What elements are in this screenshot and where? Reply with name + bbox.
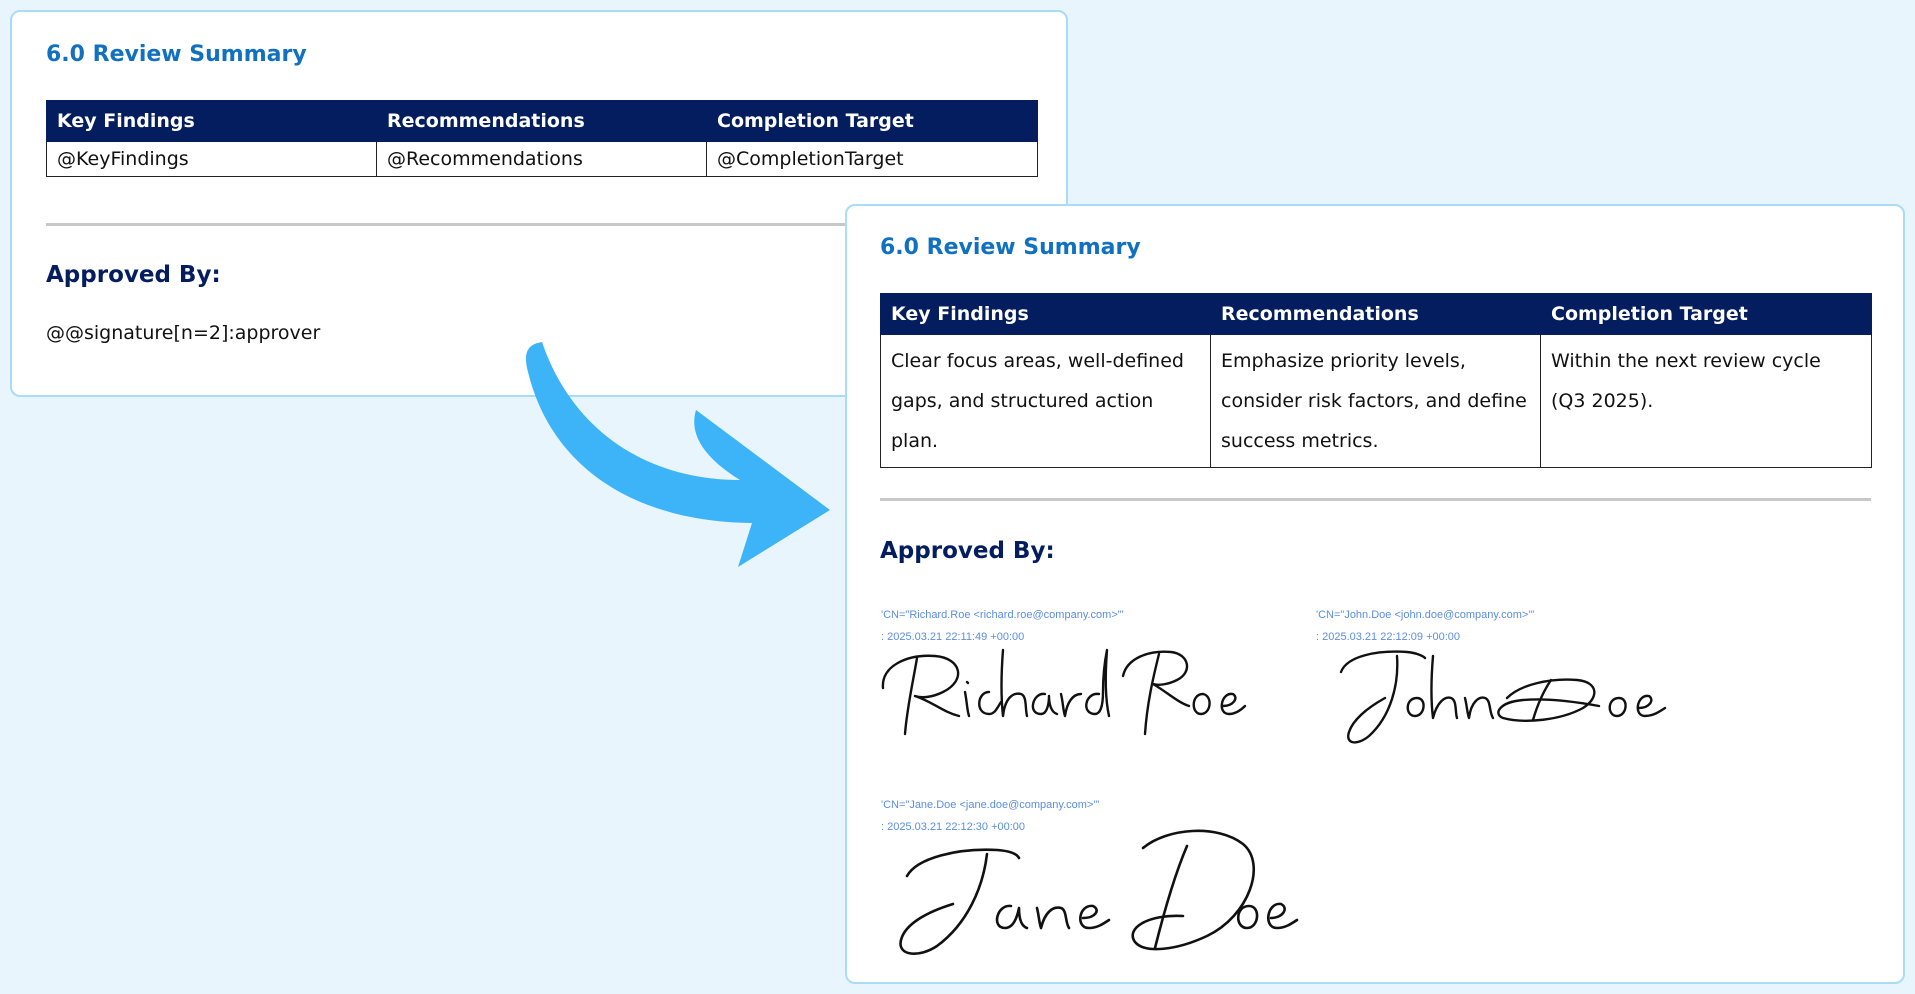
signature-cn: 'CN="John.Doe <john.doe@company.com>"' [1316,609,1535,621]
header-key-findings: Key Findings [46,100,377,142]
header-recommendations: Recommendations [1210,293,1541,335]
divider [880,498,1871,501]
cell-completion-target: Within the next review cycle (Q3 2025). [1540,334,1872,468]
approved-by-heading: Approved By: [46,262,221,288]
signature-image-john-doe [1339,650,1667,744]
cell-recommendations: Emphasize priority levels, consider risk… [1210,334,1541,468]
section-title: 6.0 Review Summary [880,235,1141,260]
review-summary-table: Key Findings Recommendations Completion … [880,293,1872,468]
review-summary-table: Key Findings Recommendations Completion … [46,100,1038,177]
header-recommendations: Recommendations [376,100,707,142]
signature-cn: 'CN="Richard.Roe <richard.roe@company.co… [881,609,1124,621]
cell-completion-target: @CompletionTarget [706,141,1038,177]
curved-arrow-right-icon [525,342,830,567]
signature-image-richard-roe [881,648,1247,736]
table-header-row: Key Findings Recommendations Completion … [46,100,1038,142]
cell-key-findings: @KeyFindings [46,141,377,177]
table-header-row: Key Findings Recommendations Completion … [880,293,1872,335]
section-title: 6.0 Review Summary [46,42,307,67]
header-key-findings: Key Findings [880,293,1211,335]
table-row: Clear focus areas, well-defined gaps, an… [880,334,1872,468]
signature-placeholder: @@signature[n=2]:approver [46,322,321,344]
filled-document-card: 6.0 Review Summary Key Findings Recommen… [845,204,1905,984]
approved-by-heading: Approved By: [880,538,1055,564]
signature-image-jane-doe [899,829,1299,955]
signature-cn: 'CN="Jane.Doe <jane.doe@company.com>"' [881,799,1100,811]
header-completion-target: Completion Target [1540,293,1872,335]
table-row: @KeyFindings @Recommendations @Completio… [46,141,1038,177]
header-completion-target: Completion Target [706,100,1038,142]
cell-recommendations: @Recommendations [376,141,707,177]
cell-key-findings: Clear focus areas, well-defined gaps, an… [880,334,1211,468]
